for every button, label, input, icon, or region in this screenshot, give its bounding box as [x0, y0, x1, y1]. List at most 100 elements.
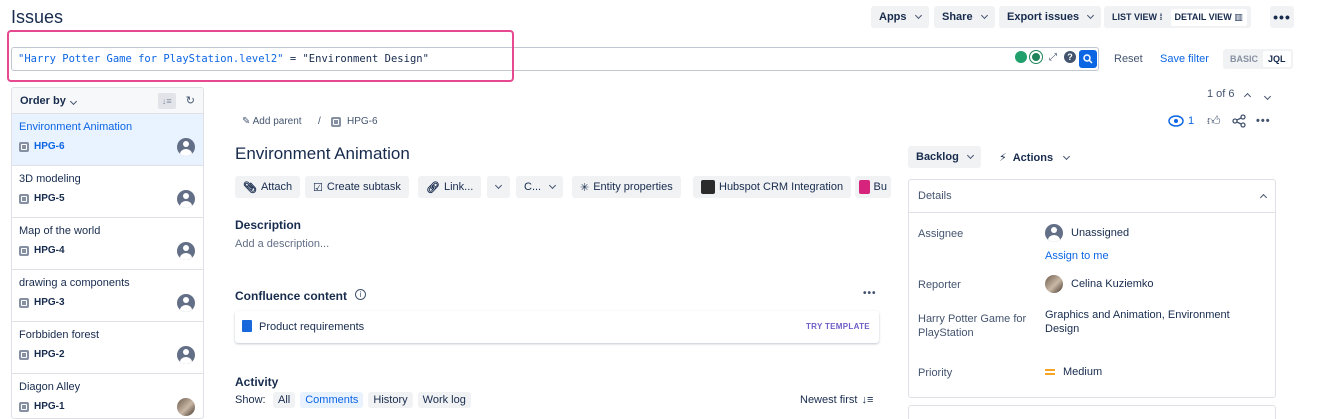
basic-mode-button[interactable]: BASIC	[1225, 51, 1263, 67]
page-title: Issues	[11, 7, 64, 27]
avatar	[177, 346, 195, 364]
sort-icon: ↓≡	[861, 394, 874, 406]
chevron-down-icon	[549, 181, 557, 190]
detail-view-button[interactable]: DETAIL VIEW ▥	[1170, 8, 1247, 26]
detail-view-label: DETAIL VIEW	[1174, 11, 1232, 22]
watchers-button[interactable]: 1	[1168, 115, 1194, 127]
custom-field-value[interactable]: Graphics and Animation, Environment Desi…	[1045, 308, 1245, 336]
list-item-title: Map of the world	[19, 225, 101, 237]
breadcrumb-separator: /	[318, 116, 321, 127]
attach-button[interactable]: 📎︎ Attach	[235, 176, 301, 198]
issue-title[interactable]: Environment Animation	[235, 144, 410, 164]
reporter-field[interactable]: Celina Kuziemko	[1045, 275, 1154, 293]
tab-comments[interactable]: Comments	[300, 392, 364, 408]
grammarly-icon[interactable]	[1030, 51, 1042, 63]
try-template-button[interactable]: TRY TEMPLATE	[806, 322, 870, 331]
create-subtask-button[interactable]: ☑ Create subtask	[305, 176, 409, 198]
help-icon[interactable]: ?	[1064, 51, 1076, 63]
chevron-down-icon	[914, 11, 922, 20]
priority-field[interactable]: Medium	[1045, 366, 1102, 378]
confluence-more-icon[interactable]: •••	[863, 288, 877, 299]
link-button[interactable]: 🔗︎ Link...	[418, 176, 482, 198]
more-fields-panel	[908, 405, 1276, 419]
search-mode-toggle: BASIC JQL	[1223, 49, 1293, 69]
more-actions-icon[interactable]: •••	[1256, 115, 1271, 127]
hubspot-button[interactable]: Hubspot CRM Integration	[693, 176, 852, 198]
list-view-button[interactable]: LIST VIEW ⁞	[1108, 12, 1167, 22]
task-icon	[19, 297, 29, 308]
list-item[interactable]: Map of the world HPG-4	[12, 218, 203, 270]
link-dropdown-button[interactable]	[486, 176, 510, 198]
c-button[interactable]: C...	[516, 176, 564, 198]
assign-to-me-link[interactable]: Assign to me	[1045, 250, 1109, 262]
next-issue-button[interactable]	[1260, 88, 1272, 102]
lightbulb-icon[interactable]	[1015, 51, 1027, 63]
list-item-key: HPG-6	[34, 141, 65, 152]
breadcrumb[interactable]: HPG-6	[331, 116, 378, 127]
entity-properties-button[interactable]: ✳︎ Entity properties	[572, 176, 681, 198]
expand-icon[interactable]: ⤢	[1049, 52, 1057, 63]
list-item[interactable]: Diagon Alley HPG-1	[12, 374, 203, 418]
list-item[interactable]: Forbbiden forest HPG-2	[12, 322, 203, 374]
attach-icon: 📎︎	[243, 181, 257, 194]
task-icon	[19, 401, 29, 412]
list-item-key: HPG-5	[34, 193, 65, 204]
order-by-button[interactable]: Order by	[20, 95, 77, 107]
more-button[interactable]: •••	[1270, 6, 1294, 28]
sort-icon[interactable]: ↓≡	[157, 92, 176, 109]
list-item[interactable]: drawing a components HPG-3	[12, 270, 203, 322]
add-parent-label: Add parent	[252, 116, 302, 127]
tab-history[interactable]: History	[368, 392, 413, 408]
sort-order-button[interactable]: Newest first ↓≡	[800, 394, 873, 406]
newest-first-label: Newest first	[800, 394, 858, 406]
share-label: Share	[942, 11, 973, 23]
app-icon	[859, 180, 870, 194]
details-header[interactable]: Details	[909, 180, 1275, 213]
like-icon[interactable]: 👍︎	[1207, 113, 1221, 129]
list-item-title: drawing a components	[19, 277, 130, 289]
status-button[interactable]: Backlog	[908, 146, 981, 168]
apps-button[interactable]: Apps	[871, 6, 929, 28]
assignee-field[interactable]: Unassigned	[1045, 224, 1129, 242]
list-item[interactable]: 3D modeling HPG-5	[12, 166, 203, 218]
refresh-icon[interactable]: ↻	[186, 94, 195, 107]
list-item-title: Environment Animation	[19, 121, 133, 133]
details-heading: Details	[918, 190, 952, 202]
task-icon	[19, 245, 29, 256]
actions-button[interactable]: ⚡︎ Actions	[999, 151, 1071, 164]
activity-tabs: All Comments History Work log	[273, 392, 471, 408]
search-button[interactable]	[1079, 50, 1097, 68]
hubspot-icon	[701, 180, 715, 194]
add-parent-button[interactable]: ✎ Add parent	[242, 116, 302, 127]
reset-button[interactable]: Reset	[1114, 53, 1143, 65]
issue-key: HPG-6	[347, 116, 378, 127]
eye-icon	[1168, 115, 1184, 127]
chevron-down-icon	[1063, 152, 1071, 160]
save-filter-button[interactable]: Save filter	[1160, 53, 1209, 65]
apps-label: Apps	[879, 11, 907, 23]
description-input[interactable]: Add a description...	[235, 238, 329, 250]
search-icon	[1083, 54, 1093, 64]
export-label: Export issues	[1007, 11, 1080, 23]
tab-work-log[interactable]: Work log	[417, 392, 471, 408]
task-icon	[331, 116, 341, 127]
chevron-up-icon	[1259, 193, 1268, 202]
show-label: Show:	[235, 394, 266, 406]
chevron-down-icon	[1263, 92, 1272, 101]
jql-mode-button[interactable]: JQL	[1263, 51, 1291, 67]
task-icon	[19, 141, 29, 152]
bu-button[interactable]: Bu	[855, 176, 891, 198]
export-issues-button[interactable]: Export issues	[999, 6, 1102, 28]
prev-issue-button[interactable]	[1240, 88, 1252, 102]
list-item[interactable]: Environment Animation HPG-6	[12, 114, 203, 166]
task-icon	[19, 193, 29, 204]
tab-all[interactable]: All	[273, 392, 296, 408]
actions-label: Actions	[1012, 151, 1054, 164]
chevron-down-icon	[980, 11, 988, 20]
status-label: Backlog	[916, 151, 959, 163]
share-button[interactable]: Share	[934, 6, 995, 28]
chevron-down-icon	[494, 181, 503, 190]
custom-field-label: Harry Potter Game for PlayStation	[918, 313, 1027, 339]
share-icon[interactable]	[1232, 114, 1246, 131]
info-icon[interactable]: i	[355, 289, 366, 300]
